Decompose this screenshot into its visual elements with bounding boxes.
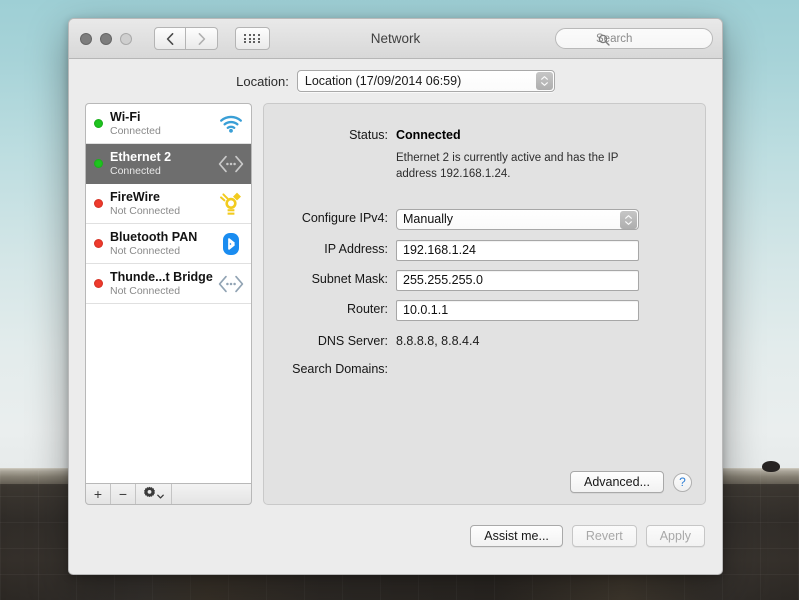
interface-status: Not Connected [110, 244, 181, 257]
status-dot-connected [94, 119, 103, 128]
location-value: Location (17/09/2014 06:59) [304, 74, 462, 88]
interface-status: Connected [110, 124, 161, 137]
help-button[interactable]: ? [673, 472, 692, 492]
show-all-button[interactable] [235, 27, 270, 50]
thunderbolt-bridge-icon [218, 271, 244, 297]
search-domains-row: Search Domains: [264, 360, 685, 376]
forward-button[interactable] [186, 27, 218, 50]
revert-button: Revert [571, 525, 637, 547]
interface-list[interactable]: Wi-Fi Connected Ethernet 2 Connected Fir… [85, 103, 252, 483]
interface-status: Not Connected [110, 204, 181, 217]
add-interface-button[interactable]: + [86, 484, 111, 504]
minimize-button[interactable] [100, 32, 112, 45]
interface-toolbar: + − [85, 483, 252, 505]
location-popup-button[interactable]: Location (17/09/2014 06:59) [296, 70, 555, 92]
wifi-icon [218, 111, 244, 137]
ip-address-row: IP Address: 192.168.1.24 [264, 239, 685, 261]
gear-icon [143, 486, 156, 502]
status-dot-connected [94, 159, 103, 168]
remove-interface-button[interactable]: − [111, 484, 136, 504]
interface-status: Connected [110, 164, 161, 177]
subnet-mask-input[interactable]: 255.255.255.0 [396, 269, 639, 291]
ip-address-label: IP Address: [324, 241, 388, 256]
interface-name: Bluetooth PAN [110, 230, 198, 245]
dns-server-value: 8.8.8.8, 8.8.4.4 [396, 333, 480, 348]
status-dot-disconnected [94, 239, 103, 248]
zoom-button[interactable] [120, 32, 132, 45]
configure-ipv4-stepper-icon [620, 210, 637, 229]
ip-address-input[interactable]: 192.168.1.24 [396, 239, 639, 261]
interface-actions-button[interactable] [136, 484, 172, 504]
roof-object [762, 461, 780, 472]
interface-name: Ethernet 2 [110, 150, 172, 165]
subnet-mask-row: Subnet Mask: 255.255.255.0 [264, 269, 685, 291]
interface-row-thunderbolt-bridge[interactable]: Thunde...t Bridge Not Connected [86, 264, 251, 304]
chevron-down-icon [157, 486, 164, 502]
subnet-mask-label: Subnet Mask: [311, 271, 388, 286]
dns-server-label: DNS Server: [317, 333, 388, 348]
close-button[interactable] [80, 32, 92, 45]
preferences-body: Wi-Fi Connected Ethernet 2 Connected Fir… [69, 103, 722, 505]
interface-row-bluetooth-pan[interactable]: Bluetooth PAN Not Connected [86, 224, 251, 264]
traffic-light-group [80, 32, 132, 45]
status-description: Ethernet 2 is currently active and has t… [396, 152, 619, 180]
interface-status: Not Connected [110, 284, 181, 297]
firewire-icon [218, 191, 244, 217]
assist-me-button[interactable]: Assist me... [470, 525, 563, 547]
dns-server-row: DNS Server: 8.8.8.8, 8.8.4.4 [264, 332, 685, 348]
interface-detail-panel: Status: Connected Ethernet 2 is currentl… [263, 103, 706, 505]
search-field[interactable]: Search [555, 28, 713, 49]
search-domains-label: Search Domains: [292, 361, 388, 376]
status-label: Status: [349, 128, 388, 142]
network-preferences-window: Network Search Location: Location (17/09… [68, 18, 723, 575]
detail-actions: Advanced... ? [569, 471, 692, 493]
location-row: Location: Location (17/09/2014 06:59) [69, 59, 722, 103]
ethernet-icon [218, 151, 244, 177]
status-description-spacer [264, 151, 396, 153]
back-icon [166, 32, 174, 45]
router-input[interactable]: 10.0.1.1 [396, 299, 639, 321]
status-row: Status: Connected [264, 126, 685, 142]
forward-icon [198, 32, 206, 45]
search-icon [598, 33, 610, 51]
location-stepper-icon [535, 72, 553, 90]
interface-name: FireWire [110, 190, 160, 205]
navigation-buttons [154, 27, 218, 50]
show-all-icon [244, 34, 261, 43]
interface-sidebar: Wi-Fi Connected Ethernet 2 Connected Fir… [85, 103, 252, 505]
configure-ipv4-value: Manually [403, 212, 454, 227]
location-label: Location: [236, 73, 289, 89]
router-row: Router: 10.0.1.1 [264, 299, 685, 321]
status-description-row: Ethernet 2 is currently active and has t… [264, 151, 685, 183]
interface-row-ethernet-2[interactable]: Ethernet 2 Connected [86, 144, 251, 184]
interface-name: Thunde...t Bridge [110, 270, 213, 285]
interface-row-firewire[interactable]: FireWire Not Connected [86, 184, 251, 224]
configure-ipv4-label: Configure IPv4: [301, 210, 388, 225]
back-button[interactable] [154, 27, 186, 50]
status-dot-disconnected [94, 279, 103, 288]
window-footer: Assist me... Revert Apply [69, 505, 722, 567]
apply-button: Apply [645, 525, 705, 547]
interface-row-wifi[interactable]: Wi-Fi Connected [86, 104, 251, 144]
status-value: Connected [396, 128, 461, 142]
advanced-button[interactable]: Advanced... [569, 471, 664, 493]
window-titlebar: Network Search [69, 19, 722, 59]
bluetooth-icon [218, 231, 244, 257]
status-dot-disconnected [94, 199, 103, 208]
configure-ipv4-row: Configure IPv4: Manually [264, 208, 685, 230]
interface-name: Wi-Fi [110, 110, 141, 125]
configure-ipv4-popup-button[interactable]: Manually [396, 208, 639, 230]
router-label: Router: [347, 301, 388, 316]
